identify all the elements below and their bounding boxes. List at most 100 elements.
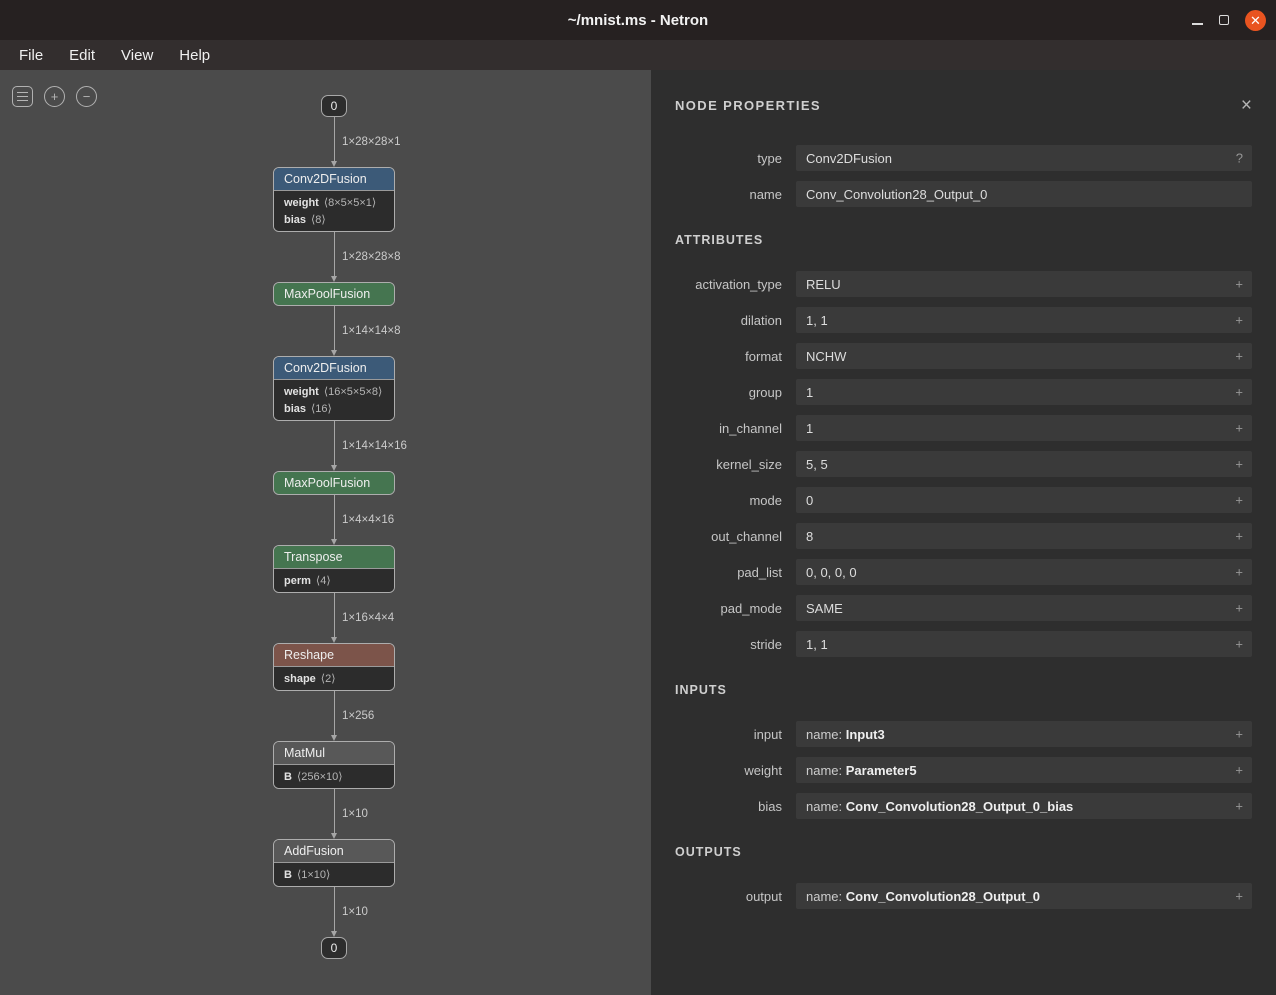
attribute-label: kernel_size	[675, 457, 796, 472]
attribute-row: group 1 +	[675, 379, 1252, 405]
expand-icon[interactable]: +	[1235, 763, 1243, 778]
expand-icon[interactable]: +	[1235, 529, 1243, 544]
expand-icon[interactable]: +	[1235, 349, 1243, 364]
edge: 1×28×28×1	[329, 117, 339, 167]
attribute-label: mode	[675, 493, 796, 508]
node-transpose[interactable]: Transpose perm⟨4⟩	[273, 545, 395, 593]
node-attr: weight⟨8×5×5×1⟩	[274, 194, 394, 211]
attribute-label: dilation	[675, 313, 796, 328]
arrow-down-icon	[331, 931, 337, 937]
panel-close-icon[interactable]: ×	[1241, 96, 1252, 115]
inputs-section-title: INPUTS	[675, 683, 1252, 697]
value-text: 1, 1	[806, 637, 828, 652]
attribute-value[interactable]: 0 +	[796, 487, 1252, 513]
edge: 1×14×14×16	[329, 421, 339, 471]
node-conv2dfusion-2[interactable]: Conv2DFusion weight⟨16×5×5×8⟩ bias⟨16⟩	[273, 356, 395, 421]
menu-help[interactable]: Help	[166, 43, 223, 68]
node-reshape[interactable]: Reshape shape⟨2⟩	[273, 643, 395, 691]
node-attr: bias⟨8⟩	[274, 211, 394, 228]
arrow-down-icon	[331, 276, 337, 282]
maximize-button[interactable]	[1219, 15, 1229, 25]
tensor-shape-label: 1×10	[342, 906, 368, 918]
property-value-type[interactable]: Conv2DFusion ?	[796, 145, 1252, 171]
graph-output-node[interactable]: 0	[321, 937, 348, 959]
attr-value: ⟨1×10⟩	[297, 869, 330, 881]
attribute-row: pad_mode SAME +	[675, 595, 1252, 621]
attribute-value[interactable]: 1, 1 +	[796, 307, 1252, 333]
expand-icon[interactable]: +	[1235, 493, 1243, 508]
tensor-shape-label: 1×16×4×4	[342, 612, 394, 624]
menu-edit[interactable]: Edit	[56, 43, 108, 68]
node-body: B⟨256×10⟩	[274, 764, 394, 788]
input-row: input name: Input3 +	[675, 721, 1252, 747]
node-attr: bias⟨16⟩	[274, 400, 394, 417]
attribute-row: pad_list 0, 0, 0, 0 +	[675, 559, 1252, 585]
graph-canvas[interactable]: + − 0 1×28×28×1 Conv2DFusion weight⟨8×5×…	[0, 70, 651, 995]
close-icon: ✕	[1250, 14, 1261, 27]
attribute-label: activation_type	[675, 277, 796, 292]
name-prefix: name:	[806, 727, 846, 742]
node-type-label: Conv2DFusion	[274, 168, 394, 190]
input-value[interactable]: name: Input3 +	[796, 721, 1252, 747]
attribute-value[interactable]: 1 +	[796, 415, 1252, 441]
minimize-button[interactable]	[1192, 15, 1203, 26]
hamburger-icon	[17, 92, 28, 94]
property-label: type	[675, 151, 796, 166]
attribute-value[interactable]: RELU +	[796, 271, 1252, 297]
close-button[interactable]: ✕	[1245, 10, 1266, 31]
help-icon[interactable]: ?	[1236, 151, 1243, 166]
property-label: name	[675, 187, 796, 202]
edge: 1×28×28×8	[329, 232, 339, 282]
value-text: 8	[806, 529, 813, 544]
attribute-value[interactable]: SAME +	[796, 595, 1252, 621]
input-value[interactable]: name: Parameter5 +	[796, 757, 1252, 783]
value-text: SAME	[806, 601, 843, 616]
node-attr: B⟨1×10⟩	[274, 866, 394, 883]
expand-icon[interactable]: +	[1235, 313, 1243, 328]
attribute-value[interactable]: 0, 0, 0, 0 +	[796, 559, 1252, 585]
menu-file[interactable]: File	[6, 43, 56, 68]
input-value[interactable]: name: Conv_Convolution28_Output_0_bias +	[796, 793, 1252, 819]
expand-icon[interactable]: +	[1235, 637, 1243, 652]
attribute-value[interactable]: 8 +	[796, 523, 1252, 549]
expand-icon[interactable]: +	[1235, 457, 1243, 472]
expand-icon[interactable]: +	[1235, 385, 1243, 400]
attribute-value[interactable]: 1, 1 +	[796, 631, 1252, 657]
node-maxpoolfusion-2[interactable]: MaxPoolFusion	[273, 471, 395, 495]
input-label: bias	[675, 799, 796, 814]
window-title: ~/mnist.ms - Netron	[568, 12, 708, 29]
expand-icon[interactable]: +	[1235, 421, 1243, 436]
output-value[interactable]: name: Conv_Convolution28_Output_0 +	[796, 883, 1252, 909]
expand-icon[interactable]: +	[1235, 601, 1243, 616]
expand-icon[interactable]: +	[1235, 799, 1243, 814]
attribute-row: out_channel 8 +	[675, 523, 1252, 549]
arrow-down-icon	[331, 350, 337, 356]
edge: 1×16×4×4	[329, 593, 339, 643]
value-text: NCHW	[806, 349, 846, 364]
expand-icon[interactable]: +	[1235, 727, 1243, 742]
attribute-label: group	[675, 385, 796, 400]
attribute-label: format	[675, 349, 796, 364]
expand-icon[interactable]: +	[1235, 565, 1243, 580]
graph-input-node[interactable]: 0	[321, 95, 348, 117]
attr-value: ⟨2⟩	[321, 673, 336, 685]
property-value-name[interactable]: Conv_Convolution28_Output_0	[796, 181, 1252, 207]
node-addfusion[interactable]: AddFusion B⟨1×10⟩	[273, 839, 395, 887]
arrow-down-icon	[331, 539, 337, 545]
attribute-value[interactable]: NCHW +	[796, 343, 1252, 369]
menu-view[interactable]: View	[108, 43, 166, 68]
attribute-value[interactable]: 1 +	[796, 379, 1252, 405]
attribute-value[interactable]: 5, 5 +	[796, 451, 1252, 477]
arrow-down-icon	[331, 161, 337, 167]
input-row: bias name: Conv_Convolution28_Output_0_b…	[675, 793, 1252, 819]
node-maxpoolfusion-1[interactable]: MaxPoolFusion	[273, 282, 395, 306]
attr-value: ⟨4⟩	[316, 575, 331, 587]
attr-name: weight	[284, 197, 319, 209]
attributes-section-title: ATTRIBUTES	[675, 233, 1252, 247]
expand-icon[interactable]: +	[1235, 889, 1243, 904]
expand-icon[interactable]: +	[1235, 277, 1243, 292]
attr-name: shape	[284, 673, 316, 685]
node-conv2dfusion-1[interactable]: Conv2DFusion weight⟨8×5×5×1⟩ bias⟨8⟩	[273, 167, 395, 232]
node-matmul[interactable]: MatMul B⟨256×10⟩	[273, 741, 395, 789]
menu-bar: File Edit View Help	[0, 40, 1276, 70]
